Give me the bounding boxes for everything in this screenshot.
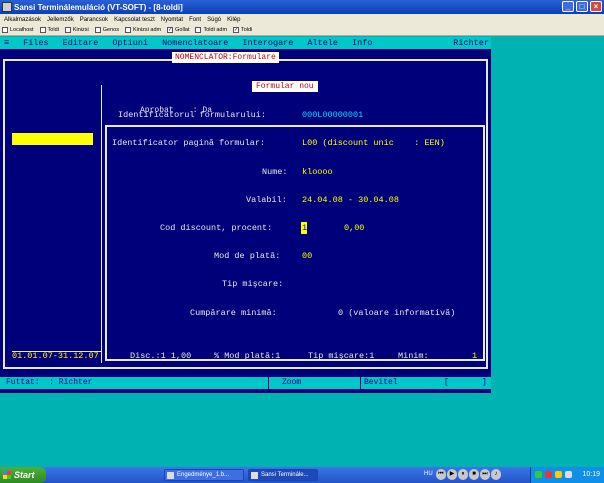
mod-plata-label: Mod de plată: [214,251,281,261]
checkbox-box[interactable] [2,27,8,33]
formular-nou-dialog [105,125,485,361]
terminal-menu-nomenclatoare[interactable]: Nomenclatoare [162,38,228,48]
terminal-menu-optiuni[interactable]: Optiuni [112,38,148,48]
system-tray: 10:19 [530,467,604,483]
tray-app-icon[interactable] [555,471,562,478]
terminal-icon [251,472,258,479]
close-button[interactable]: × [590,1,602,12]
page-id-value: L00 (discount unic : EEN) [302,138,445,148]
cumparare-minima-value[interactable]: 0 (valoare informativă) [338,308,455,318]
language-indicator[interactable]: HU [424,471,433,477]
input-bracket-right: ] [482,378,487,387]
procent-value[interactable]: 0,00 [344,223,364,233]
menu-jellemzok[interactable]: Jellemzők [47,17,74,23]
id-label: Identificatorul formularului: [118,110,266,120]
status-tip-miscare: Tip mişcare:1 [308,351,375,361]
checkbox-box[interactable] [39,27,46,33]
app-icon [2,2,12,12]
checkbox-box[interactable] [124,27,131,33]
terminal-status-bar: Futtat: : Richter Zoom Bevitel [ ] [0,377,491,389]
zoom-status[interactable]: Zoom [282,378,301,387]
taskbar-item-engedmenye[interactable]: Engedménye_1.b... [164,469,244,481]
tray-volume-icon[interactable] [565,471,572,478]
mod-plata-value[interactable]: 00 [302,251,312,261]
futtat-status: Futtat: : Richter [6,378,93,387]
cod-discount-label: Cod discount, procent: [160,223,273,233]
document-icon [167,472,174,479]
list-selection[interactable] [12,133,93,145]
menu-kilep[interactable]: Kilép [227,17,240,23]
terminal-menu-editare[interactable]: Editare [63,38,99,48]
terminal-menu-info[interactable]: Info [352,38,372,48]
window-title-bar: Sansi Terminálemuláció (VT-SOFT) - [8-to… [0,0,604,14]
maximize-button[interactable]: □ [576,1,588,12]
checkbox-box-checked[interactable]: ✓ [233,27,240,33]
checkbox-genos[interactable]: Genos [94,27,119,33]
checkbox-box[interactable] [195,27,202,33]
terminal-menu: ≡ Files Editare Optiuni Nomenclatoare In… [0,37,491,49]
host-checkbox-bar: Localhost Toldi Kinizsi Genos Kinizsi ad… [0,25,604,36]
checkbox-toldi-2[interactable]: ✓ Toldi [233,27,252,33]
window-title: Sansi Terminálemuláció (VT-SOFT) - [8-to… [14,2,183,12]
checkbox-kinizsi-adm[interactable]: Kinizsi adm [124,27,161,33]
clock: 10:19 [582,471,600,478]
checkbox-box[interactable] [64,27,71,33]
terminal-user: Richter [453,38,489,48]
minimize-button[interactable]: _ [562,1,574,12]
taskbar-item-sansi[interactable]: Sansi Terminále... [248,469,318,481]
taskbar: Start Engedménye_1.b... Sansi Terminále.… [0,467,604,483]
status-minim-label: Minim: [398,351,429,361]
menu-alkalmazasok[interactable]: Alkalmazások [4,17,41,23]
checkbox-toldi-adm[interactable]: Toldi adm [195,27,227,33]
tray-network-icon[interactable] [535,471,542,478]
status-separator [268,377,269,389]
media-stop-icon[interactable]: ■ [469,469,479,480]
valabil-value[interactable]: 24.04.08 - 30.04.08 [302,195,399,205]
checkbox-gollat[interactable]: ✓ Gollat [167,27,189,33]
menu-parancsok[interactable]: Parancsok [80,17,108,23]
media-toolbar: ⏮ ▶ ⏸ ■ ⏭ ♪ [436,469,501,480]
status-minim-value: 1 [472,351,478,361]
tray-security-icon[interactable] [545,471,552,478]
menu-nyomtat[interactable]: Nyomtat [161,17,183,23]
cumparare-minima-label: Cumpărare minimă: [190,308,277,318]
volume-icon[interactable]: ♪ [491,469,501,480]
valabil-label: Valabil: [246,195,287,205]
menu-kapcsolat-teszt[interactable]: Kapcsolat teszt [114,17,155,23]
media-pause-icon[interactable]: ⏸ [458,469,468,480]
menu-bar: Alkalmazások Jellemzők Parancsok Kapcsol… [0,14,604,25]
checkbox-box-checked[interactable]: ✓ [167,27,174,33]
checkbox-toldi[interactable]: Toldi [39,27,59,33]
status-separator [360,377,361,389]
status-period: 01.01.07-31.12.07 [12,351,99,361]
bevitel-status: Bevitel [364,378,398,387]
cod-discount-value[interactable]: 1 [302,223,307,233]
start-button[interactable]: Start [0,467,46,483]
id-value: 000L00000001 [302,110,364,120]
terminal-menu-interogare[interactable]: Interogare [242,38,293,48]
media-prev-icon[interactable]: ⏮ [436,469,446,480]
windows-logo-icon [3,471,11,479]
menu-sugo[interactable]: Súgó [207,17,221,23]
terminal-menu-files[interactable]: Files [23,38,49,48]
nomenclator-title: NOMENCLATOR:Formulare [172,52,279,63]
media-play-icon[interactable]: ▶ [447,469,457,480]
nume-value[interactable]: kloooo [302,167,333,177]
formular-nou-title: Formular nou [252,81,318,92]
tip-miscare-label: Tip mişcare: [222,279,284,289]
status-disc: Disc.:1 1,00 [130,351,192,361]
terminal-screen[interactable]: ≡ Files Editare Optiuni Nomenclatoare In… [0,37,491,393]
page-id-label: Identificator pagină formular: [112,138,266,148]
checkbox-box[interactable] [94,27,101,33]
status-mod-plata: % Mod plată:1 [214,351,281,361]
checkbox-kinizsi[interactable]: Kinizsi [64,27,89,33]
media-next-icon[interactable]: ⏭ [480,469,490,480]
column-divider [101,85,102,363]
terminal-menu-altele[interactable]: Altele [307,38,338,48]
menu-font[interactable]: Font [189,17,201,23]
terminal-menu-system[interactable]: ≡ [4,38,9,48]
checkbox-localhost[interactable]: Localhost [2,27,34,33]
nume-label: Nume: [262,167,288,177]
input-bracket-left: [ [444,378,449,387]
